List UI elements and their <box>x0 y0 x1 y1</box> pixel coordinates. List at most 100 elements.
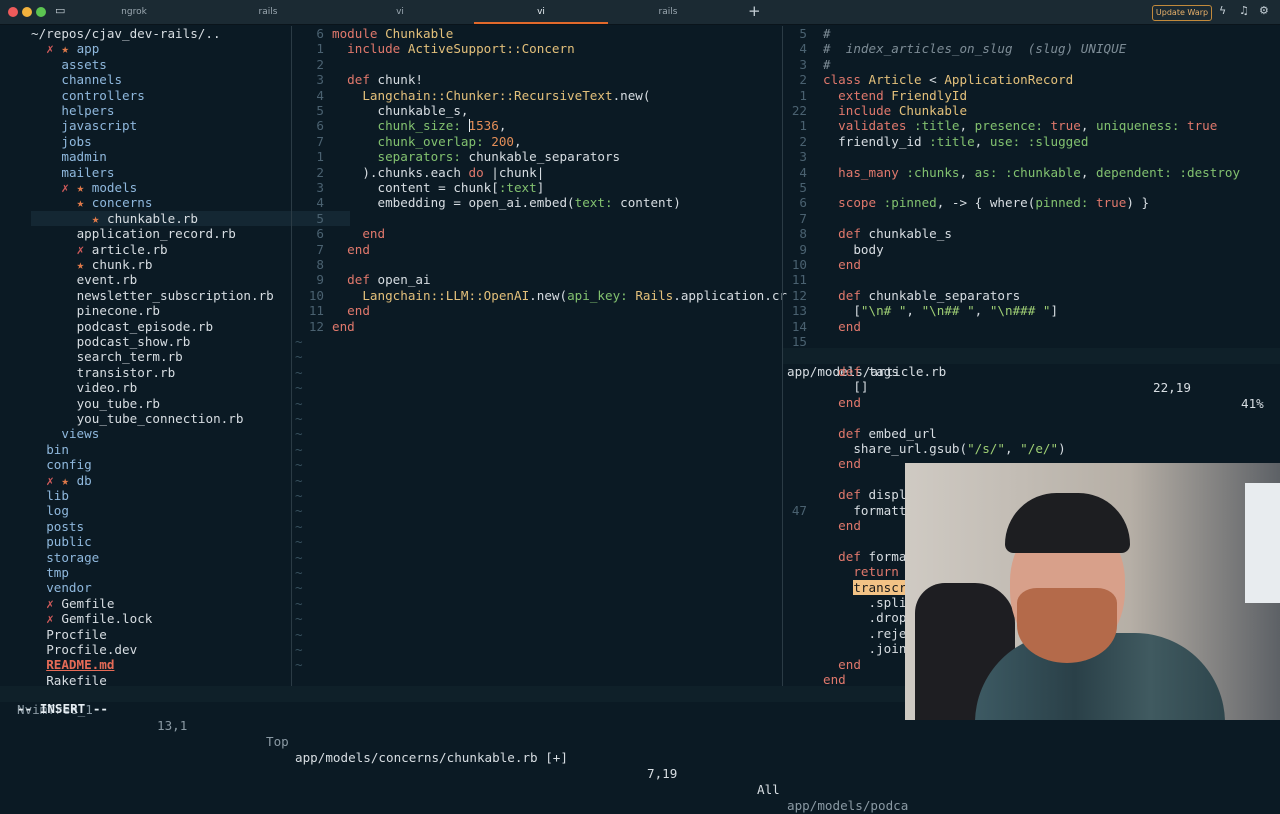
tree-item[interactable]: Procfile <box>31 627 304 642</box>
code-line[interactable]: validates :title, presence: true, unique… <box>823 118 1217 133</box>
lightning-icon[interactable]: ϟ <box>1219 4 1226 17</box>
code-line[interactable]: def displ <box>823 487 906 502</box>
code-line[interactable]: end <box>823 657 861 672</box>
code-line[interactable]: module Chunkable <box>332 26 453 41</box>
update-warp-button[interactable]: Update Warp <box>1152 5 1212 21</box>
code-line[interactable]: def open_ai <box>332 272 430 287</box>
tree-item[interactable]: javascript <box>31 118 319 133</box>
tree-item[interactable]: application_record.rb <box>31 226 335 241</box>
code-line[interactable]: body <box>823 242 883 257</box>
code-line[interactable]: end <box>823 672 846 686</box>
tree-item[interactable]: README.md <box>31 657 304 672</box>
tree-item[interactable]: tmp <box>31 565 304 580</box>
code-line[interactable]: end <box>332 303 370 318</box>
tree-item[interactable]: Procfile.dev <box>31 642 304 657</box>
code-line[interactable]: def tags <box>823 364 899 379</box>
tree-item[interactable]: views <box>31 426 319 441</box>
tree-item[interactable]: search_term.rb <box>31 349 335 364</box>
tab-rails-2[interactable]: rails <box>604 0 732 24</box>
code-line[interactable]: .join <box>823 641 906 656</box>
editor-chunkable[interactable]: 6 module Chunkable 1 include ActiveSupport… <box>292 26 787 686</box>
tree-item[interactable]: lib <box>31 488 304 503</box>
tree-item[interactable]: jobs <box>31 134 319 149</box>
code-line[interactable]: scope :pinned, -> { where(pinned: true) … <box>823 195 1149 210</box>
code-line[interactable]: end <box>823 257 861 272</box>
tab-vi[interactable]: vi <box>336 0 464 24</box>
tree-item[interactable]: podcast_episode.rb <box>31 319 335 334</box>
code-line[interactable]: end <box>332 319 355 334</box>
tree-item[interactable]: channels <box>31 72 319 87</box>
code-line[interactable]: chunkable_s, <box>332 103 468 118</box>
code-line[interactable]: ["\n# ", "\n## ", "\n### "] <box>823 303 1058 318</box>
tree-item[interactable]: ✗ Gemfile.lock <box>31 611 304 626</box>
code-line[interactable]: end <box>823 395 861 410</box>
sidebar-icon[interactable]: ▭ <box>55 4 65 17</box>
code-line[interactable]: def forma <box>823 549 906 564</box>
code-line[interactable]: transcr <box>823 579 907 595</box>
tree-item[interactable]: ✗ ★ models <box>31 180 319 195</box>
tree-item[interactable]: ✗ article.rb <box>31 242 335 257</box>
code-line[interactable]: end <box>823 518 861 533</box>
code-line[interactable]: end <box>332 242 370 257</box>
code-line[interactable]: ).chunks.each do |chunk| <box>332 165 544 180</box>
code-line[interactable]: def chunkable_s <box>823 226 952 241</box>
tree-item[interactable]: event.rb <box>31 272 335 287</box>
code-line[interactable]: has_many :chunks, as: :chunkable, depend… <box>823 165 1240 180</box>
code-line[interactable]: # <box>823 26 831 41</box>
code-line[interactable]: Langchain::Chunker::RecursiveText.new( <box>332 88 650 103</box>
code-line[interactable]: extend FriendlyId <box>823 88 967 103</box>
tree-item[interactable]: assets <box>31 57 319 72</box>
close-window-button[interactable] <box>8 7 18 17</box>
code-line[interactable]: .reje <box>823 626 906 641</box>
tree-item[interactable]: storage <box>31 550 304 565</box>
tree-item[interactable]: madmin <box>31 149 319 164</box>
code-line[interactable]: end <box>823 456 861 471</box>
code-line[interactable]: friendly_id :title, use: :slugged <box>823 134 1088 149</box>
tree-item[interactable]: you_tube_connection.rb <box>31 411 335 426</box>
tree-item[interactable]: ✗ ★ db <box>31 473 304 488</box>
code-line[interactable]: Langchain::LLM::OpenAI.new(api_key: Rail… <box>332 288 787 303</box>
code-line[interactable]: end <box>823 319 861 334</box>
code-line[interactable]: def embed_url <box>823 426 937 441</box>
code-line[interactable]: share_url.gsub("/s/", "/e/") <box>823 441 1065 456</box>
code-line[interactable]: # index_articles_on_slug (slug) UNIQUE <box>823 41 1126 56</box>
tab-vi-active[interactable]: vi <box>474 0 608 24</box>
tree-item[interactable]: newsletter_subscription.rb <box>31 288 335 303</box>
code-line[interactable]: .spli <box>823 595 906 610</box>
code-line[interactable]: return <box>823 564 899 579</box>
tree-item[interactable]: ★ concerns <box>31 195 335 210</box>
tab-rails[interactable]: rails <box>204 0 332 24</box>
tree-item[interactable]: transistor.rb <box>31 365 335 380</box>
code-line[interactable]: .drop <box>823 610 906 625</box>
tree-item[interactable]: ★ chunk.rb <box>31 257 335 272</box>
tree-item[interactable]: controllers <box>31 88 319 103</box>
tree-item[interactable]: podcast_show.rb <box>31 334 335 349</box>
tree-item[interactable]: public <box>31 534 304 549</box>
editor-article[interactable]: 5 #4 # index_articles_on_slug (slug) UNIQU… <box>783 26 1280 348</box>
code-line[interactable]: include ActiveSupport::Concern <box>332 41 574 56</box>
code-line[interactable]: separators: chunkable_separators <box>332 149 621 164</box>
tree-item[interactable]: vendor <box>31 580 304 595</box>
tab-ngrok[interactable]: ngrok <box>70 0 198 24</box>
code-line[interactable]: include Chunkable <box>823 103 967 118</box>
tree-item[interactable]: mailers <box>31 165 319 180</box>
tree-root[interactable]: ~/repos/cjav_dev-rails/.. <box>31 26 221 41</box>
tree-item[interactable]: ✗ ★ app <box>31 41 304 56</box>
tree-item[interactable]: pinecone.rb <box>31 303 335 318</box>
code-line[interactable]: def chunkable_separators <box>823 288 1020 303</box>
new-tab-button[interactable]: + <box>748 2 761 20</box>
code-line[interactable]: embedding = open_ai.embed(text: content) <box>332 195 680 210</box>
maximize-window-button[interactable] <box>36 7 46 17</box>
tree-item[interactable]: you_tube.rb <box>31 396 335 411</box>
code-line[interactable]: formatte <box>823 503 914 518</box>
gear-icon[interactable]: ⚙ <box>1259 4 1269 17</box>
code-line[interactable]: class Article < ApplicationRecord <box>823 72 1073 87</box>
tree-item[interactable]: ✗ Gemfile <box>31 596 304 611</box>
tree-item[interactable]: bin <box>31 442 304 457</box>
tree-item[interactable]: video.rb <box>31 380 335 395</box>
code-line[interactable]: chunk_overlap: 200, <box>332 134 522 149</box>
tree-item[interactable]: config <box>31 457 304 472</box>
tree-item[interactable]: helpers <box>31 103 319 118</box>
code-line[interactable]: end <box>332 226 385 241</box>
bell-icon[interactable]: ♫ <box>1239 4 1249 17</box>
